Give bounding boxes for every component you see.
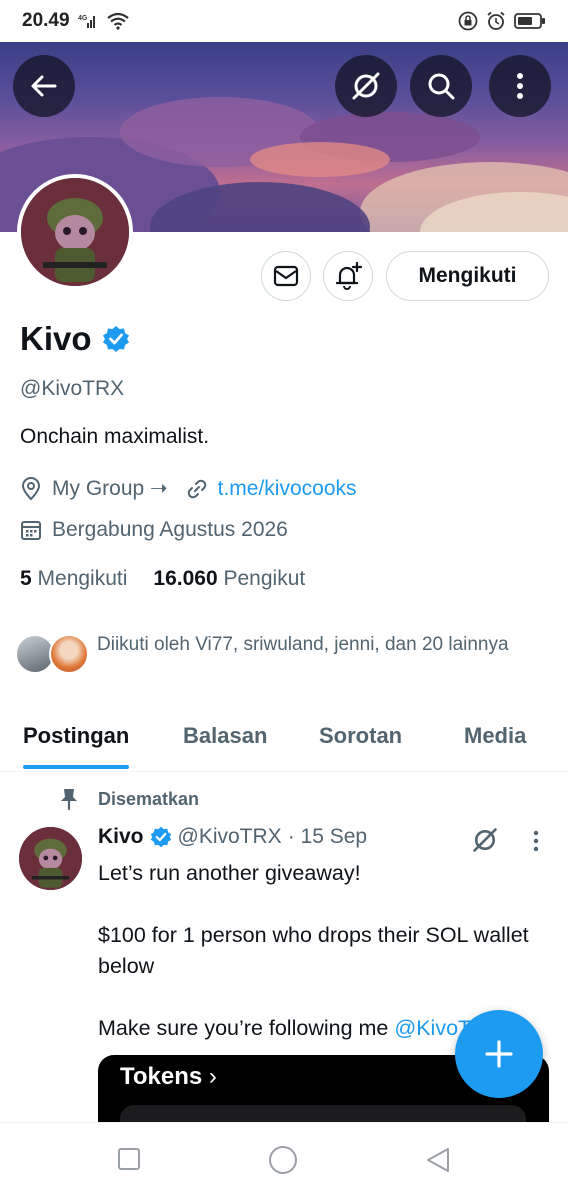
back-arrow-icon — [31, 75, 57, 97]
location-pin-icon — [21, 476, 41, 500]
profile-meta-links: My Group ➝ t.me/kivocooks — [20, 476, 357, 501]
back-nav-icon[interactable] — [425, 1147, 451, 1173]
tab-media[interactable]: Media — [464, 712, 526, 772]
media-title: Tokens › — [120, 1063, 217, 1090]
link-icon — [187, 479, 206, 498]
system-navigation-bar — [0, 1122, 568, 1199]
profile-tabs: Postingan Balasan Sorotan Media — [0, 712, 568, 772]
svg-text:4G: 4G — [78, 15, 88, 22]
back-button[interactable] — [13, 55, 75, 117]
avatar-image — [19, 827, 82, 890]
verified-badge-icon[interactable] — [102, 325, 130, 353]
privacy-lock-icon — [458, 11, 478, 31]
more-options-button[interactable] — [489, 55, 551, 117]
follower-avatars — [15, 630, 93, 674]
more-vertical-icon — [517, 73, 523, 99]
search-button[interactable] — [410, 55, 472, 117]
tweet-author-name[interactable]: Kivo — [98, 825, 144, 849]
calendar-icon — [21, 521, 41, 540]
verified-badge-icon — [150, 826, 171, 848]
location-text: My Group ➝ — [52, 477, 168, 500]
following-button[interactable]: Mengikuti — [386, 251, 549, 301]
tweet-line-2: $100 for 1 person who drops their SOL wa… — [98, 923, 535, 978]
profile-avatar[interactable] — [17, 174, 133, 290]
follow-stats: 5 Mengikuti 16.060 Pengikut — [20, 567, 305, 591]
mail-icon — [273, 265, 299, 287]
joined-date: Bergabung Agustus 2026 — [52, 518, 288, 541]
display-name: Kivo — [20, 320, 92, 357]
grok-icon[interactable] — [471, 826, 499, 854]
tab-posts[interactable]: Postingan — [23, 712, 130, 772]
compose-button[interactable] — [455, 1010, 543, 1098]
profile-name-row: Kivo — [20, 320, 130, 358]
avatar-image — [21, 178, 129, 286]
bell-plus-icon — [335, 261, 363, 290]
compose-plus-icon — [485, 1040, 513, 1068]
recents-icon[interactable] — [117, 1147, 141, 1171]
signal-icon: 4G — [78, 15, 95, 28]
website-link[interactable]: t.me/kivocooks — [218, 477, 357, 501]
search-icon — [428, 73, 455, 100]
tab-highlights[interactable]: Sorotan — [319, 712, 402, 772]
joined-row: Bergabung Agustus 2026 — [20, 518, 288, 542]
following-stat[interactable]: 5 Mengikuti — [20, 567, 127, 591]
followers-stat[interactable]: 16.060 Pengikut — [153, 567, 305, 591]
message-button[interactable] — [261, 251, 311, 301]
followed-by-text: Diikuti oleh Vi77, sriwuland, jenni, dan… — [97, 634, 509, 655]
battery-icon — [514, 13, 545, 29]
follower-avatar — [49, 634, 89, 674]
pinned-indicator: Disematkan — [58, 787, 199, 811]
status-bar: 20.49 4G — [0, 0, 568, 42]
grok-icon — [352, 72, 380, 100]
status-time: 20.49 — [22, 10, 70, 31]
tweet-author-handle: @KivoTRX — [177, 825, 282, 848]
pinned-label: Disematkan — [98, 788, 200, 809]
profile-handle: @KivoTRX — [20, 377, 125, 400]
followed-by-row[interactable]: Diikuti oleh Vi77, sriwuland, jenni, dan… — [15, 630, 517, 674]
tweet-line-1: Let’s run another giveaway! — [98, 861, 361, 885]
notifications-button[interactable] — [323, 251, 373, 301]
tab-replies[interactable]: Balasan — [183, 712, 267, 772]
more-vertical-icon[interactable] — [532, 830, 540, 852]
pin-icon — [61, 789, 77, 811]
tweet-author-avatar[interactable] — [19, 827, 82, 890]
alarm-icon — [487, 11, 505, 30]
tweet-line-3: Make sure you’re following me — [98, 1016, 389, 1040]
tweet-header: Kivo @KivoTRX · 15 Sep — [98, 825, 367, 849]
profile-bio: Onchain maximalist. — [20, 425, 210, 448]
tweet-date: · 15 Sep — [287, 825, 368, 848]
grok-button[interactable] — [335, 55, 397, 117]
home-icon[interactable] — [268, 1145, 298, 1175]
wifi-icon — [106, 12, 129, 30]
